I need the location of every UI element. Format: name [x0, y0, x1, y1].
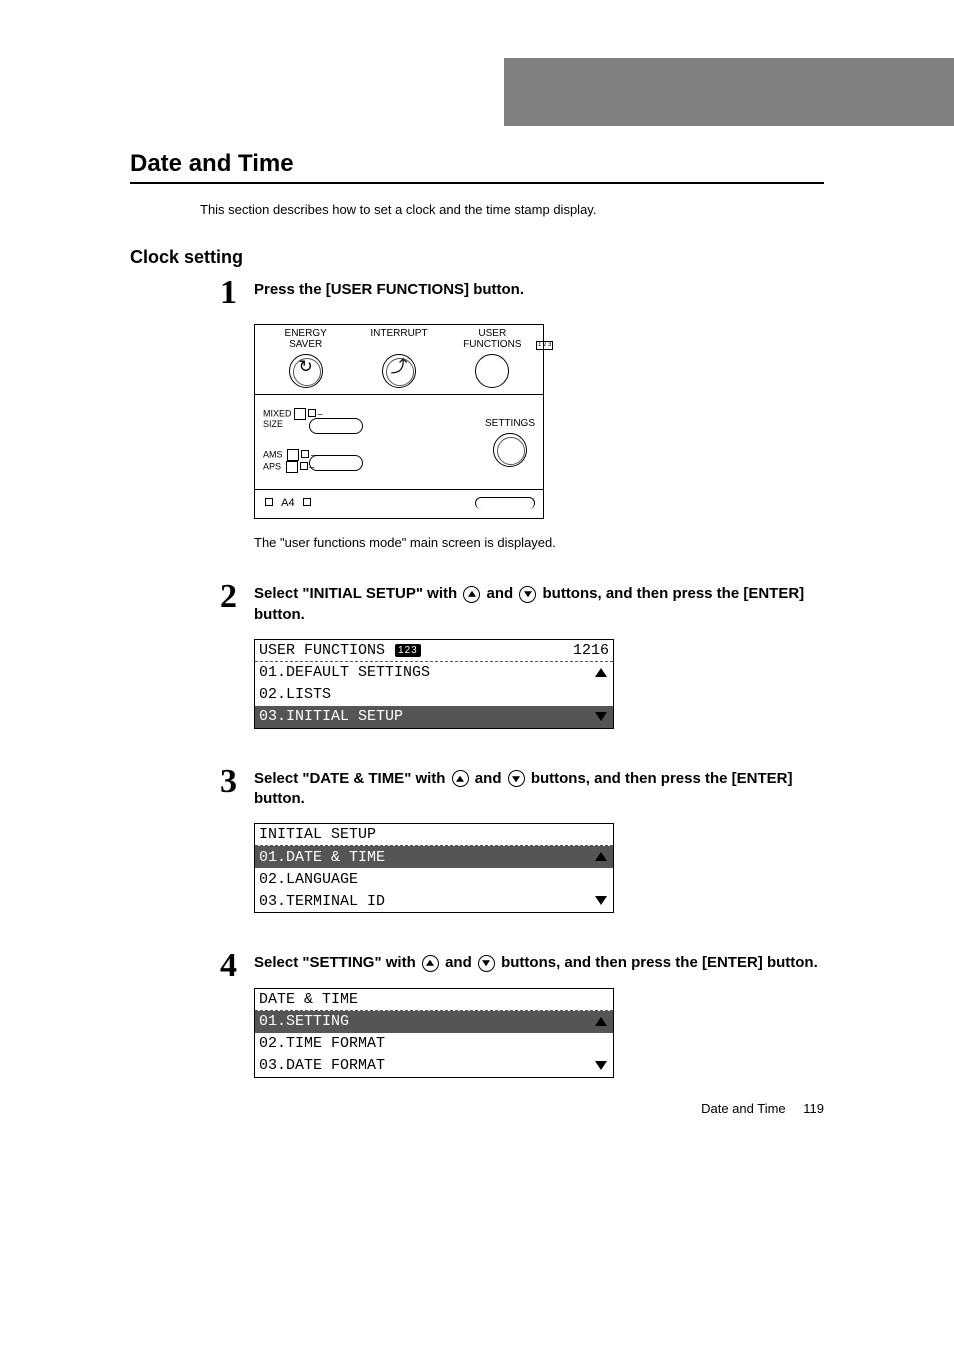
lcd-screen-initial-setup: INITIAL SETUP 01.DATE & TIME 02.LANGUAGE…	[254, 823, 614, 913]
up-arrow-icon	[452, 770, 469, 787]
lcd-row-selected: 01.DATE & TIME	[259, 849, 385, 866]
oval-button	[309, 418, 363, 434]
step-number: 3	[220, 765, 254, 940]
down-triangle-icon	[595, 894, 609, 908]
down-triangle-icon	[595, 1059, 609, 1073]
lcd-row: 03.DATE FORMAT	[259, 1057, 385, 1074]
lcd-screen-user-functions: USER FUNCTIONS 123 1216 01.DEFAULT SETTIN…	[254, 639, 614, 729]
down-arrow-icon	[519, 586, 536, 603]
step-3: 3 Select "DATE & TIME" with and buttons,…	[220, 765, 824, 940]
lcd-row: 02.LANGUAGE	[259, 871, 358, 888]
lcd-row-selected: 01.SETTING	[259, 1013, 349, 1030]
user-functions-button	[475, 354, 509, 388]
interrupt-label: INTERRUPT	[370, 328, 427, 339]
settings-label: SETTINGS	[485, 418, 535, 429]
lcd-header: INITIAL SETUP	[259, 826, 376, 843]
step-1-note: The "user functions mode" main screen is…	[254, 535, 824, 550]
lcd-row: 02.TIME FORMAT	[259, 1035, 385, 1052]
page-footer: Date and Time 119	[701, 1101, 824, 1116]
step-4-title: Select "SETTING" with and buttons, and t…	[254, 953, 824, 973]
badge-123-icon: 1 2 3	[536, 341, 553, 350]
user-functions-label: USERFUNCTIONS	[463, 328, 521, 350]
lcd-row: 02.LISTS	[259, 686, 331, 703]
a4-label: A4	[281, 497, 294, 509]
page-number: 119	[803, 1101, 824, 1116]
lcd-header-right: 1216	[573, 642, 609, 659]
oval-button-2	[309, 455, 363, 471]
step-3-title: Select "DATE & TIME" with and buttons, a…	[254, 769, 824, 810]
step-4: 4 Select "SETTING" with and buttons, and…	[220, 949, 824, 1103]
control-panel-figure: ENERGYSAVER ↻ INTERRUPT ⤴ USERFUNCTIONS …	[254, 324, 544, 519]
up-triangle-icon	[595, 1015, 609, 1029]
down-arrow-icon	[508, 770, 525, 787]
step-number: 2	[220, 580, 254, 755]
lcd-screen-date-time: DATE & TIME 01.SETTING 02.TIME FORMAT 03…	[254, 988, 614, 1078]
badge-123-icon: 123	[395, 644, 421, 657]
up-triangle-icon	[595, 850, 609, 864]
up-arrow-icon	[463, 586, 480, 603]
interrupt-button: ⤴	[382, 354, 416, 388]
step-1-title: Press the [USER FUNCTIONS] button.	[254, 280, 824, 300]
energy-saver-button: ↻	[289, 354, 323, 388]
footer-label: Date and Time	[701, 1101, 786, 1116]
down-arrow-icon	[478, 955, 495, 972]
lcd-row: 03.TERMINAL ID	[259, 893, 385, 910]
lcd-row-selected: 03.INITIAL SETUP	[259, 708, 403, 725]
lcd-row: 01.DEFAULT SETTINGS	[259, 664, 430, 681]
energy-saver-label: ENERGYSAVER	[285, 328, 327, 350]
header-gray-bar	[504, 58, 954, 126]
subsection-title: Clock setting	[130, 247, 824, 268]
down-triangle-icon	[595, 710, 609, 724]
section-intro: This section describes how to set a cloc…	[200, 202, 824, 217]
step-number: 4	[220, 949, 254, 1103]
lcd-header: DATE & TIME	[259, 991, 358, 1008]
step-1: 1 Press the [USER FUNCTIONS] button.	[220, 276, 824, 314]
step-2: 2 Select "INITIAL SETUP" with and button…	[220, 580, 824, 755]
lcd-header-left: USER FUNCTIONS	[259, 642, 385, 659]
up-arrow-icon	[422, 955, 439, 972]
paper-slot-icon	[475, 497, 535, 509]
settings-button	[493, 433, 527, 467]
section-title: Date and Time	[130, 150, 824, 184]
up-triangle-icon	[595, 666, 609, 680]
step-number: 1	[220, 276, 254, 314]
step-2-title: Select "INITIAL SETUP" with and buttons,…	[254, 584, 824, 625]
